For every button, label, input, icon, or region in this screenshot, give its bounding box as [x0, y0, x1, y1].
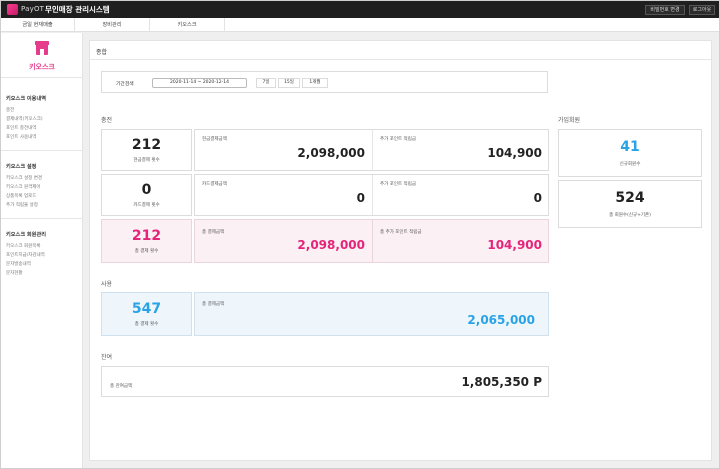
range-15days-button[interactable]: 15일: [278, 78, 300, 88]
cash-count-value: 212: [131, 137, 162, 153]
sidebar-item-kiosk-settings[interactable]: 키오스크 설정 변경: [6, 175, 42, 181]
sidebar-item-sms-history[interactable]: 문자발송내역: [6, 261, 31, 267]
usage-section-label: 사용: [101, 281, 113, 288]
balance-card: 총 잔여금액 1,805,350 P: [101, 366, 549, 397]
system-title: 무인매장 관리시스템: [45, 5, 110, 14]
divider: [372, 130, 373, 170]
payot-logo-icon: [7, 4, 18, 15]
divider: [1, 218, 83, 219]
cash-amount-label: 현금결제금액: [202, 137, 227, 142]
brand-name: PayOT: [21, 5, 45, 13]
card-count-value: 0: [141, 182, 152, 198]
card-amount-card: 카드결제금액 0 추가 포인트 적립금 0: [194, 174, 549, 216]
sidebar-item-payment-history[interactable]: 결제내역(키오스크): [6, 116, 43, 122]
total-members-caption: 총 회원수(신규+기존): [609, 213, 651, 218]
range-7days-button[interactable]: 7일: [256, 78, 276, 88]
tab-device-management[interactable]: 장비관리: [75, 18, 150, 32]
total-members-card: 524 총 회원수(신규+기존): [558, 180, 702, 228]
sidebar-item-point-charge[interactable]: 포인트 충전내역: [6, 125, 36, 131]
new-members-card: 41 신규회원수: [558, 129, 702, 177]
total-amount-value: 2,098,000: [297, 238, 365, 252]
new-members-value: 41: [620, 139, 640, 155]
cash-count-caption: 현금결제 횟수: [133, 158, 160, 163]
divider: [372, 220, 373, 262]
usage-amount-card: 총 결제금액 2,065,000: [194, 292, 549, 336]
usage-count-caption: 총 결제 횟수: [134, 322, 159, 327]
sidebar-item-point-grant[interactable]: 포인트지급/차감내역: [6, 252, 45, 258]
sidebar-item-product-upload[interactable]: 상품목록 업로드: [6, 193, 36, 199]
total-amount-label: 총 결제금액: [202, 230, 225, 235]
cash-bonus-label: 추가 포인트 적립금: [380, 137, 416, 142]
charge-section-label: 충전: [101, 117, 113, 124]
divider: [90, 59, 711, 60]
divider: [1, 150, 83, 151]
total-bonus-label: 총 추가 포인트 적립금: [380, 230, 422, 235]
cash-amount-value: 2,098,000: [297, 146, 365, 160]
members-section-label: 가입회원: [558, 117, 581, 124]
total-bonus-value: 104,900: [487, 238, 542, 252]
total-amount-card: 총 결제금액 2,098,000 총 추가 포인트 적립금 104,900: [194, 219, 549, 263]
top-tabs: 금일 현재매출 장비관리 키오스크: [1, 18, 719, 32]
sidebar-item-point-usage[interactable]: 포인트 사용내역: [6, 134, 36, 140]
balance-section-label: 잔여: [101, 354, 113, 361]
total-members-value: 524: [615, 190, 645, 206]
total-count-value: 212: [131, 228, 162, 244]
usage-amount-value: 2,065,000: [467, 313, 535, 327]
sidebar-section-usage[interactable]: 키오스크 이용내역: [6, 95, 46, 102]
main-panel: 종합 기간검색 2020-11-14 ~ 2020-12-14 7일 15일 1…: [89, 40, 712, 461]
period-search-box: 기간검색 2020-11-14 ~ 2020-12-14 7일 15일 1개월: [101, 71, 548, 93]
range-1month-button[interactable]: 1개월: [302, 78, 328, 88]
card-amount-label: 카드결제금액: [202, 182, 227, 187]
cash-amount-card: 현금결제금액 2,098,000 추가 포인트 적립금 104,900: [194, 129, 549, 171]
card-count-caption: 카드결제 횟수: [133, 203, 160, 208]
usage-amount-label: 총 결제금액: [202, 302, 225, 307]
sidebar-section-settings[interactable]: 키오스크 설정: [6, 163, 36, 170]
sidebar-title: 키오스크: [29, 63, 55, 71]
kiosk-store-icon: [35, 41, 49, 55]
total-count-card: 212 총 결제 횟수: [101, 219, 192, 263]
card-bonus-value: 0: [533, 191, 542, 205]
top-bar: PayOT 무인매장 관리시스템 비밀번호 변경 로그아웃: [1, 1, 719, 18]
total-count-caption: 총 결제 횟수: [134, 249, 159, 254]
card-count-card: 0 카드결제 횟수: [101, 174, 192, 216]
page-title: 종합: [96, 49, 108, 56]
sidebar-item-charge[interactable]: 충전: [6, 107, 14, 113]
balance-amount-label: 총 잔여금액: [110, 384, 133, 389]
logout-button[interactable]: 로그아웃: [689, 5, 715, 15]
sidebar-item-point-rate[interactable]: 추가 적립율 설정: [6, 202, 38, 208]
balance-amount-value: 1,805,350 P: [461, 375, 542, 389]
card-amount-value: 0: [356, 191, 365, 205]
date-range-input[interactable]: 2020-11-14 ~ 2020-12-14: [152, 78, 247, 88]
usage-count-card: 547 총 결제 횟수: [101, 292, 192, 336]
tab-today-sales[interactable]: 금일 현재매출: [1, 18, 75, 32]
card-bonus-label: 추가 포인트 적립금: [380, 182, 416, 187]
new-members-caption: 신규회원수: [619, 162, 641, 167]
divider: [372, 175, 373, 215]
period-search-label: 기간검색: [116, 82, 134, 87]
sidebar-item-sms-status[interactable]: 문자현황: [6, 270, 23, 276]
usage-count-value: 547: [131, 301, 162, 317]
cash-bonus-value: 104,900: [487, 146, 542, 160]
tab-kiosk[interactable]: 키오스크: [150, 18, 225, 32]
sidebar-section-members[interactable]: 키오스크 회원관리: [6, 231, 46, 238]
change-password-button[interactable]: 비밀번호 변경: [645, 5, 685, 15]
sidebar-item-remote-control[interactable]: 키오스크 원격제어: [6, 184, 41, 190]
sidebar-item-member-list[interactable]: 키오스크 회원목록: [6, 243, 41, 249]
divider: [1, 77, 83, 78]
sidebar: 키오스크 키오스크 이용내역 충전 결제내역(키오스크) 포인트 충전내역 포인…: [1, 33, 83, 468]
cash-count-card: 212 현금결제 횟수: [101, 129, 192, 171]
